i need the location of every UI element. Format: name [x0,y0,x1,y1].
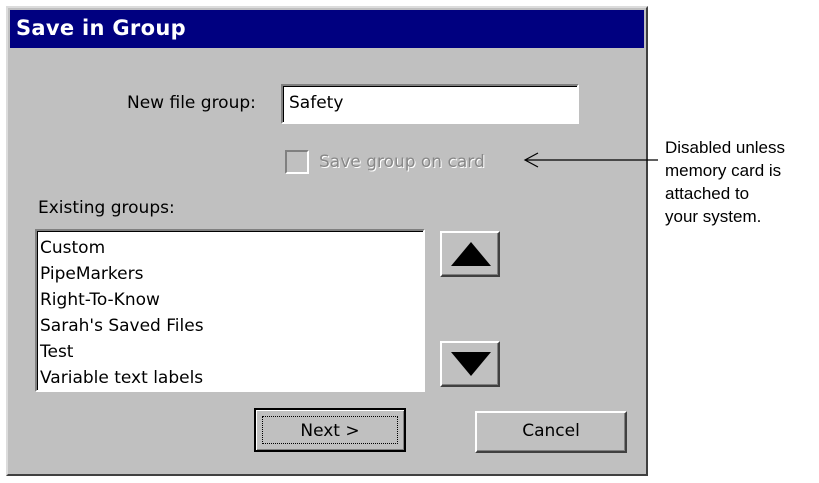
annotation-line: attached to [665,184,750,203]
list-item[interactable]: Variable text labels [40,365,423,390]
annotation-arrow-icon [523,152,658,168]
annotation-line: Disabled unless [665,138,786,157]
save-in-group-dialog: Save in Group New file group: Safety Sav… [6,6,648,476]
annotation-line: memory card is [665,161,782,180]
list-item[interactable]: PipeMarkers [40,261,423,287]
list-item[interactable]: Custom [40,235,423,261]
save-group-on-card-label: Save group on card [319,152,485,172]
triangle-up-icon [451,242,491,266]
new-file-group-label: New file group: [127,93,256,113]
next-button-label: Next > [262,416,398,444]
list-item[interactable]: Sarah's Saved Files [40,313,423,339]
title-bar: Save in Group [10,10,644,48]
triangle-down-icon [451,352,491,376]
existing-groups-label: Existing groups: [38,198,175,218]
cancel-button[interactable]: Cancel [475,411,627,453]
scroll-up-button[interactable] [440,231,500,277]
save-group-on-card-checkbox[interactable] [285,150,309,174]
new-file-group-input[interactable]: Safety [281,84,579,124]
existing-groups-listbox[interactable]: Custom PipeMarkers Right-To-Know Sarah's… [35,229,425,392]
list-item[interactable]: Right-To-Know [40,287,423,313]
scroll-down-button[interactable] [440,341,500,387]
annotation-line: your system. [665,207,762,226]
next-button[interactable]: Next > [254,408,406,452]
dialog-title: Save in Group [16,16,186,40]
list-item[interactable]: Test [40,339,423,365]
annotation-note: Disabled unless memory card is attached … [665,136,815,228]
